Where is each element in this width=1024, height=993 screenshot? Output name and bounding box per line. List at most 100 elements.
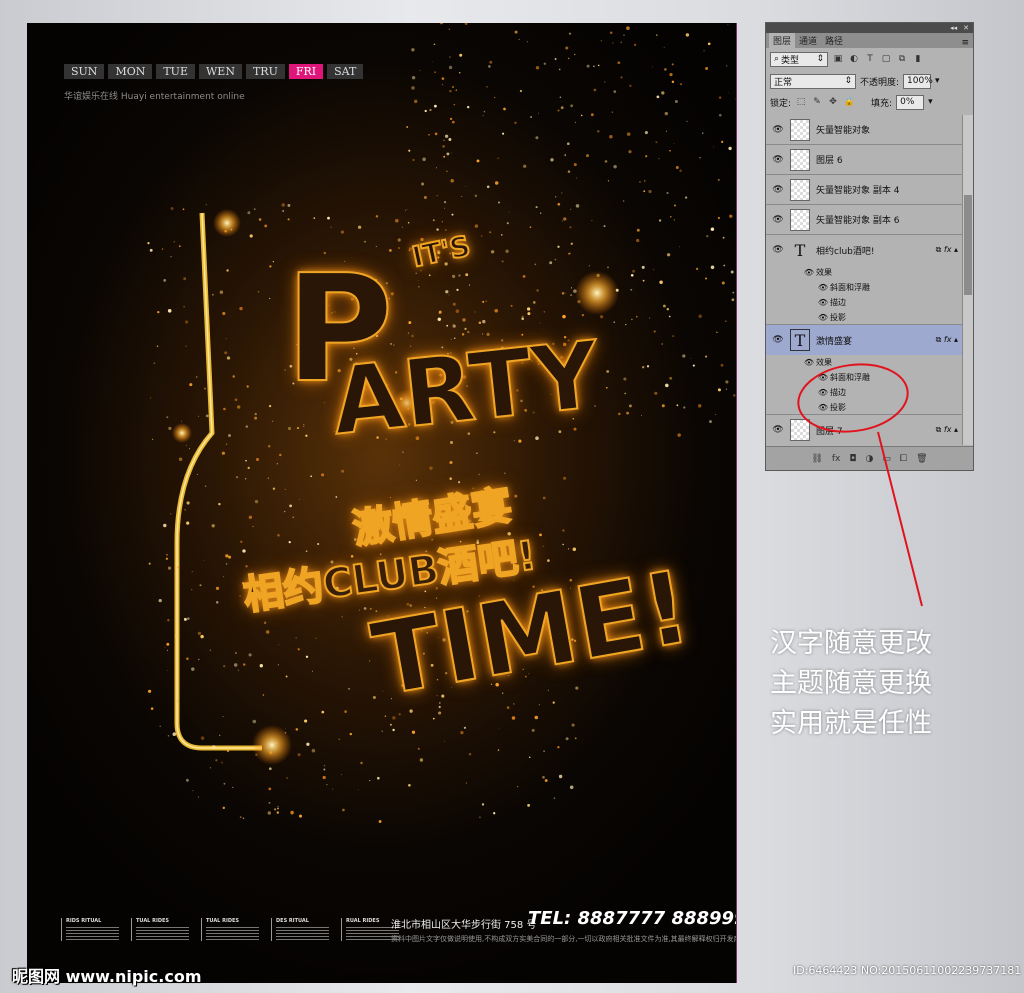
spark <box>304 719 308 723</box>
panel-titlebar[interactable]: ◂◂ ✕ <box>766 23 973 33</box>
spark <box>574 737 577 740</box>
panel-menu-icon[interactable]: ≡ <box>961 38 969 48</box>
add-mask-icon[interactable]: ◘ <box>849 454 856 464</box>
spark <box>158 598 162 603</box>
delete-layer-icon[interactable]: 🗑 <box>916 454 927 464</box>
spark <box>445 290 449 294</box>
spark <box>452 324 456 328</box>
filter-kind-select[interactable]: ⌕ 类型 ⇕ <box>770 51 828 67</box>
add-style-icon[interactable]: fx <box>832 454 841 464</box>
new-group-icon[interactable]: ▭ <box>882 454 891 464</box>
layer-row[interactable]: 👁 图层 6 <box>766 145 962 175</box>
lock-brush-icon[interactable]: ✎ <box>811 96 823 108</box>
spark <box>474 194 478 198</box>
spark <box>435 167 438 169</box>
type-filter-icon[interactable]: T <box>864 53 876 65</box>
spark <box>222 311 226 316</box>
layer-thumbnail <box>790 208 810 231</box>
layer-row[interactable]: 👁 T 相约club酒吧! ⧉ fx ▴ <box>766 235 962 265</box>
spark <box>240 540 243 543</box>
layers-scrollbar[interactable] <box>962 115 973 445</box>
fill-dropdown-icon[interactable]: ▾ <box>928 97 933 107</box>
spark <box>567 57 570 60</box>
eye-icon[interactable]: 👁 <box>766 245 790 255</box>
spark <box>690 357 692 359</box>
spark <box>458 72 461 74</box>
close-icon[interactable]: ✕ <box>963 24 969 32</box>
spark <box>543 62 546 65</box>
spark <box>570 208 572 210</box>
eye-icon[interactable]: 👁 <box>766 185 790 195</box>
eye-icon[interactable]: 👁 <box>816 313 830 322</box>
link-layers-icon[interactable]: ⛓ <box>811 454 822 464</box>
spark <box>686 120 688 122</box>
spark <box>514 121 517 124</box>
layer-row[interactable]: 👁 矢量智能对象 副本 4 <box>766 175 962 205</box>
spark <box>535 66 540 70</box>
spark <box>341 616 343 618</box>
spark <box>297 648 300 651</box>
eye-icon[interactable]: 👁 <box>816 373 830 382</box>
spark <box>399 464 401 466</box>
tab-channels[interactable]: 通道 <box>795 33 821 48</box>
spark <box>481 803 485 806</box>
scrollbar-thumb[interactable] <box>964 195 972 295</box>
eye-icon[interactable]: 👁 <box>816 388 830 397</box>
smartobject-filter-icon[interactable]: ⧉ <box>896 53 908 65</box>
spark <box>682 354 686 358</box>
eye-icon[interactable]: 👁 <box>802 268 816 277</box>
tab-layers[interactable]: 图层 <box>769 33 796 48</box>
layer-fx-badge[interactable]: ⧉ fx ▴ <box>936 245 962 255</box>
spark <box>565 46 569 50</box>
eye-icon[interactable]: 👁 <box>766 425 790 435</box>
eye-icon[interactable]: 👁 <box>816 403 830 412</box>
eye-icon[interactable]: 👁 <box>816 298 830 307</box>
spark <box>527 804 530 807</box>
blend-mode-select[interactable]: 正常 ⇕ <box>770 73 856 89</box>
layer-row[interactable]: 👁 矢量智能对象 副本 6 <box>766 205 962 235</box>
layer-fx-badge[interactable]: ⧉ fx ▴ <box>936 425 962 435</box>
new-adjustment-icon[interactable]: ◑ <box>866 454 874 464</box>
spark <box>458 274 461 277</box>
eye-icon[interactable]: 👁 <box>766 335 790 345</box>
spark <box>268 767 272 771</box>
layer-row-selected[interactable]: 👁 T 激情盛宴 ⧉ fx ▴ <box>766 325 962 355</box>
lock-move-icon[interactable]: ✥ <box>827 96 839 108</box>
eye-icon[interactable]: 👁 <box>802 358 816 367</box>
eye-icon[interactable]: 👁 <box>766 125 790 135</box>
tab-paths[interactable]: 路径 <box>821 33 847 48</box>
collapse-icon[interactable]: ◂◂ <box>950 24 957 32</box>
spark <box>728 146 732 151</box>
spark <box>341 469 345 473</box>
spark <box>281 203 285 207</box>
spark <box>479 816 481 819</box>
lock-transparent-icon[interactable]: ⬚ <box>795 96 807 108</box>
opacity-input[interactable]: 100% <box>903 73 933 89</box>
lock-all-icon[interactable]: 🔒 <box>843 96 855 108</box>
spark <box>178 457 183 462</box>
spark <box>434 132 438 136</box>
spark <box>444 207 446 209</box>
layer-row[interactable]: 👁 矢量智能对象 <box>766 115 962 145</box>
filter-toggle-icon[interactable]: ▮ <box>912 53 924 65</box>
eye-icon[interactable]: 👁 <box>766 155 790 165</box>
shape-filter-icon[interactable]: ▢ <box>880 53 892 65</box>
eye-icon[interactable]: 👁 <box>816 283 830 292</box>
spark <box>642 366 645 369</box>
eye-icon[interactable]: 👁 <box>766 215 790 225</box>
new-layer-icon[interactable]: ⧠ <box>900 454 907 464</box>
spark <box>226 749 230 753</box>
spark <box>226 356 231 360</box>
adjustment-filter-icon[interactable]: ◐ <box>848 53 860 65</box>
spark <box>421 182 425 186</box>
spark <box>204 485 207 487</box>
layer-row[interactable]: 👁 图层 7 ⧉ fx ▴ <box>766 415 962 445</box>
fill-input[interactable]: 0% <box>896 94 925 110</box>
image-filter-icon[interactable]: ▣ <box>832 53 844 65</box>
spark <box>196 376 198 378</box>
layer-fx-badge[interactable]: ⧉ fx ▴ <box>936 335 962 345</box>
fill-label: 填充: <box>871 98 893 109</box>
spark <box>540 212 542 214</box>
opacity-dropdown-icon[interactable]: ▾ <box>935 76 940 86</box>
spark <box>669 73 673 77</box>
